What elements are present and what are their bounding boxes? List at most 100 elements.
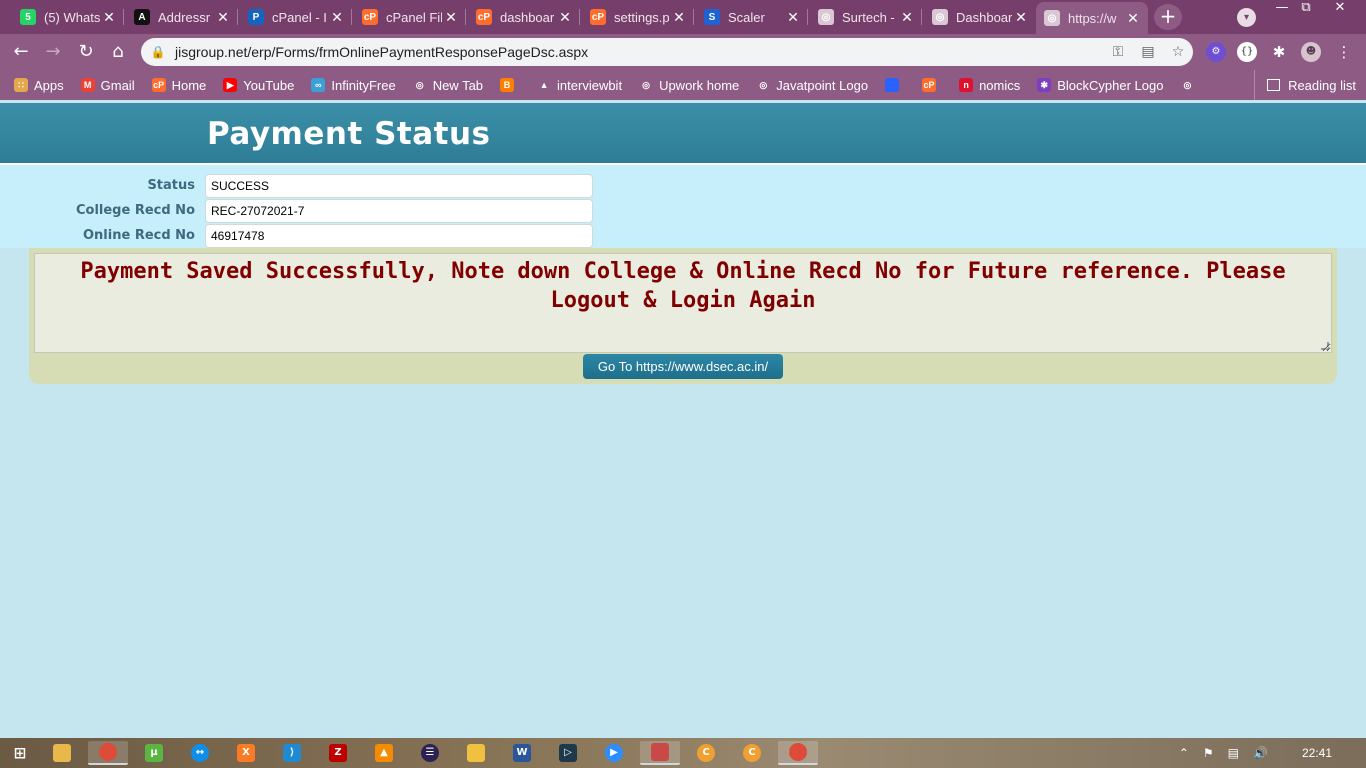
tab[interactable]: ◎ Dashboar ✕ xyxy=(924,3,1036,31)
lock-icon[interactable]: 🔒 xyxy=(141,45,175,59)
bookmark-item[interactable]: cP xyxy=(922,78,942,92)
star-icon[interactable]: ☆ xyxy=(1163,44,1193,60)
message-textarea[interactable]: Payment Saved Successfully, Note down Co… xyxy=(34,253,1332,353)
taskbar-file-explorer[interactable] xyxy=(42,741,82,765)
bookmark-item[interactable]: B xyxy=(500,78,520,92)
taskbar-chrome-active[interactable] xyxy=(778,741,818,765)
taskbar-snipping[interactable] xyxy=(640,741,680,765)
taskbar-chrome[interactable] xyxy=(88,741,128,765)
bookmark-item[interactable]: M Gmail xyxy=(80,78,135,93)
status-field[interactable] xyxy=(205,174,593,198)
close-icon[interactable]: ✕ xyxy=(100,9,118,26)
tab[interactable]: ◎ Surtech - ✕ xyxy=(810,3,922,31)
menu-kebab-icon[interactable]: ⋮ xyxy=(1334,42,1354,62)
close-icon[interactable]: ✕ xyxy=(670,9,688,26)
address-bar[interactable]: 🔒 jisgroup.net/erp/Forms/frmOnlinePaymen… xyxy=(141,38,1193,66)
tab[interactable]: S Scaler ✕ xyxy=(696,3,808,31)
volume-icon[interactable]: 🔊 xyxy=(1253,746,1268,760)
taskbar-chrome-profile-2[interactable]: C xyxy=(732,741,772,765)
whatsapp-icon: 5 xyxy=(20,9,36,25)
bookmark-item[interactable]: ∞ InfinityFree xyxy=(311,77,396,93)
resize-grip-icon[interactable] xyxy=(1321,342,1329,350)
youtube-icon: ▶ xyxy=(223,78,238,92)
bookmark-label: Upwork home xyxy=(659,77,740,93)
tray-flag-icon[interactable]: ⚑ xyxy=(1203,746,1214,760)
taskbar-zoom[interactable]: ▶ xyxy=(594,741,634,765)
reading-list-button[interactable]: Reading list xyxy=(1254,70,1356,100)
close-icon[interactable]: ✕ xyxy=(442,9,460,26)
scaler-icon: S xyxy=(704,9,720,25)
teamviewer-icon: ↔ xyxy=(191,744,209,762)
taskbar-xampp[interactable]: X xyxy=(226,741,266,765)
bookmark-item[interactable]: ✱ BlockCypher Logo xyxy=(1037,78,1163,93)
close-icon[interactable]: ✕ xyxy=(556,9,574,26)
tab[interactable]: cP dashboar ✕ xyxy=(468,3,580,31)
a-letter-icon: A xyxy=(134,9,150,25)
taskbar-teamviewer[interactable]: ↔ xyxy=(180,741,220,765)
puzzle-extensions-icon[interactable]: ✱ xyxy=(1269,42,1289,62)
nomics-icon: n xyxy=(959,78,974,92)
tab[interactable]: cP settings.p ✕ xyxy=(582,3,694,31)
close-icon[interactable]: ✕ xyxy=(328,9,346,26)
start-button[interactable]: ⊞ xyxy=(0,741,40,765)
taskbar-terminal[interactable]: ▷ xyxy=(548,741,588,765)
bookmark-item[interactable]: n nomics xyxy=(959,78,1020,93)
taskbar-utorrent[interactable]: μ xyxy=(134,741,174,765)
tab[interactable]: 5 (5) Whats ✕ xyxy=(12,3,124,31)
back-arrow-icon[interactable]: ← xyxy=(10,41,32,63)
restore-button[interactable]: ⧉ xyxy=(1291,0,1321,16)
bookmark-item[interactable]: ▲ interviewbit xyxy=(537,78,622,93)
tab[interactable]: cP cPanel Fil ✕ xyxy=(354,3,466,31)
taskbar-eclipse[interactable]: ☰ xyxy=(410,741,450,765)
new-tab-button[interactable]: + xyxy=(1154,4,1182,30)
key-icon[interactable]: ⚿ xyxy=(1103,44,1133,60)
close-icon[interactable]: ✕ xyxy=(1012,9,1030,26)
filezilla-icon: Z xyxy=(329,744,347,762)
taskbar-vscode[interactable]: ⟩ xyxy=(272,741,312,765)
tab[interactable]: A Addressr ✕ xyxy=(126,3,238,31)
tab-separator xyxy=(237,9,238,25)
bookmark-item[interactable]: cP Home xyxy=(151,78,206,93)
taskbar-filezilla[interactable]: Z xyxy=(318,741,358,765)
extension-gear-icon[interactable]: ⚙ xyxy=(1206,42,1226,62)
taskbar-vlc[interactable]: ▲ xyxy=(364,741,404,765)
close-icon[interactable]: ✕ xyxy=(784,9,802,26)
taskbar-word[interactable]: W xyxy=(502,741,542,765)
tab[interactable]: PcPanel - I ✕ xyxy=(240,3,352,31)
tab-separator xyxy=(807,9,808,25)
go-to-site-button[interactable]: Go To https://www.dsec.ac.in/ xyxy=(583,354,783,379)
reader-mode-icon[interactable]: ▤ xyxy=(1133,44,1163,60)
bookmark-item[interactable] xyxy=(885,78,905,92)
close-icon[interactable]: ✕ xyxy=(898,9,916,26)
bookmark-item[interactable]: ◎ xyxy=(1180,78,1200,92)
system-tray: ⌃ ⚑ ▤ 🔊 22:41 xyxy=(1179,738,1366,768)
bookmark-item[interactable]: ∷ Apps xyxy=(14,78,64,93)
bookmark-item[interactable]: ◎ Upwork home xyxy=(639,78,739,93)
tab[interactable]: ◎ https://w ✕ xyxy=(1036,2,1148,34)
globe-icon: ◎ xyxy=(818,9,834,25)
json-extension-icon[interactable]: {} xyxy=(1237,42,1257,62)
globe-icon: ◎ xyxy=(1180,78,1195,92)
reload-icon[interactable]: ↻ xyxy=(75,41,97,63)
network-icon[interactable]: ▤ xyxy=(1228,746,1239,760)
tab-title: cPanel - I xyxy=(272,9,327,25)
bookmark-label: InfinityFree xyxy=(331,77,396,93)
avatar[interactable]: ☻ xyxy=(1301,42,1321,62)
url-text[interactable]: jisgroup.net/erp/Forms/frmOnlinePaymentR… xyxy=(175,44,1103,60)
taskbar-chrome-profile[interactable]: C xyxy=(686,741,726,765)
clock[interactable]: 22:41 xyxy=(1302,746,1332,760)
online-recd-field[interactable] xyxy=(205,224,593,248)
home-icon[interactable]: ⌂ xyxy=(107,41,129,63)
bookmark-item[interactable]: ◎ New Tab xyxy=(412,78,483,93)
forward-arrow-icon[interactable]: → xyxy=(42,41,64,63)
college-recd-field[interactable] xyxy=(205,199,593,223)
bookmark-item[interactable]: ▶ YouTube xyxy=(223,78,294,93)
close-icon[interactable]: ✕ xyxy=(214,9,232,26)
close-window-button[interactable]: ✕ xyxy=(1325,0,1355,16)
close-icon[interactable]: ✕ xyxy=(1124,10,1142,27)
taskbar-app[interactable] xyxy=(456,741,496,765)
tab-search-icon[interactable]: ▾ xyxy=(1237,8,1256,27)
bookmark-item[interactable]: ◎ Javatpoint Logo xyxy=(756,78,868,93)
tab-separator xyxy=(351,9,352,25)
tray-chevron-icon[interactable]: ⌃ xyxy=(1179,746,1189,760)
